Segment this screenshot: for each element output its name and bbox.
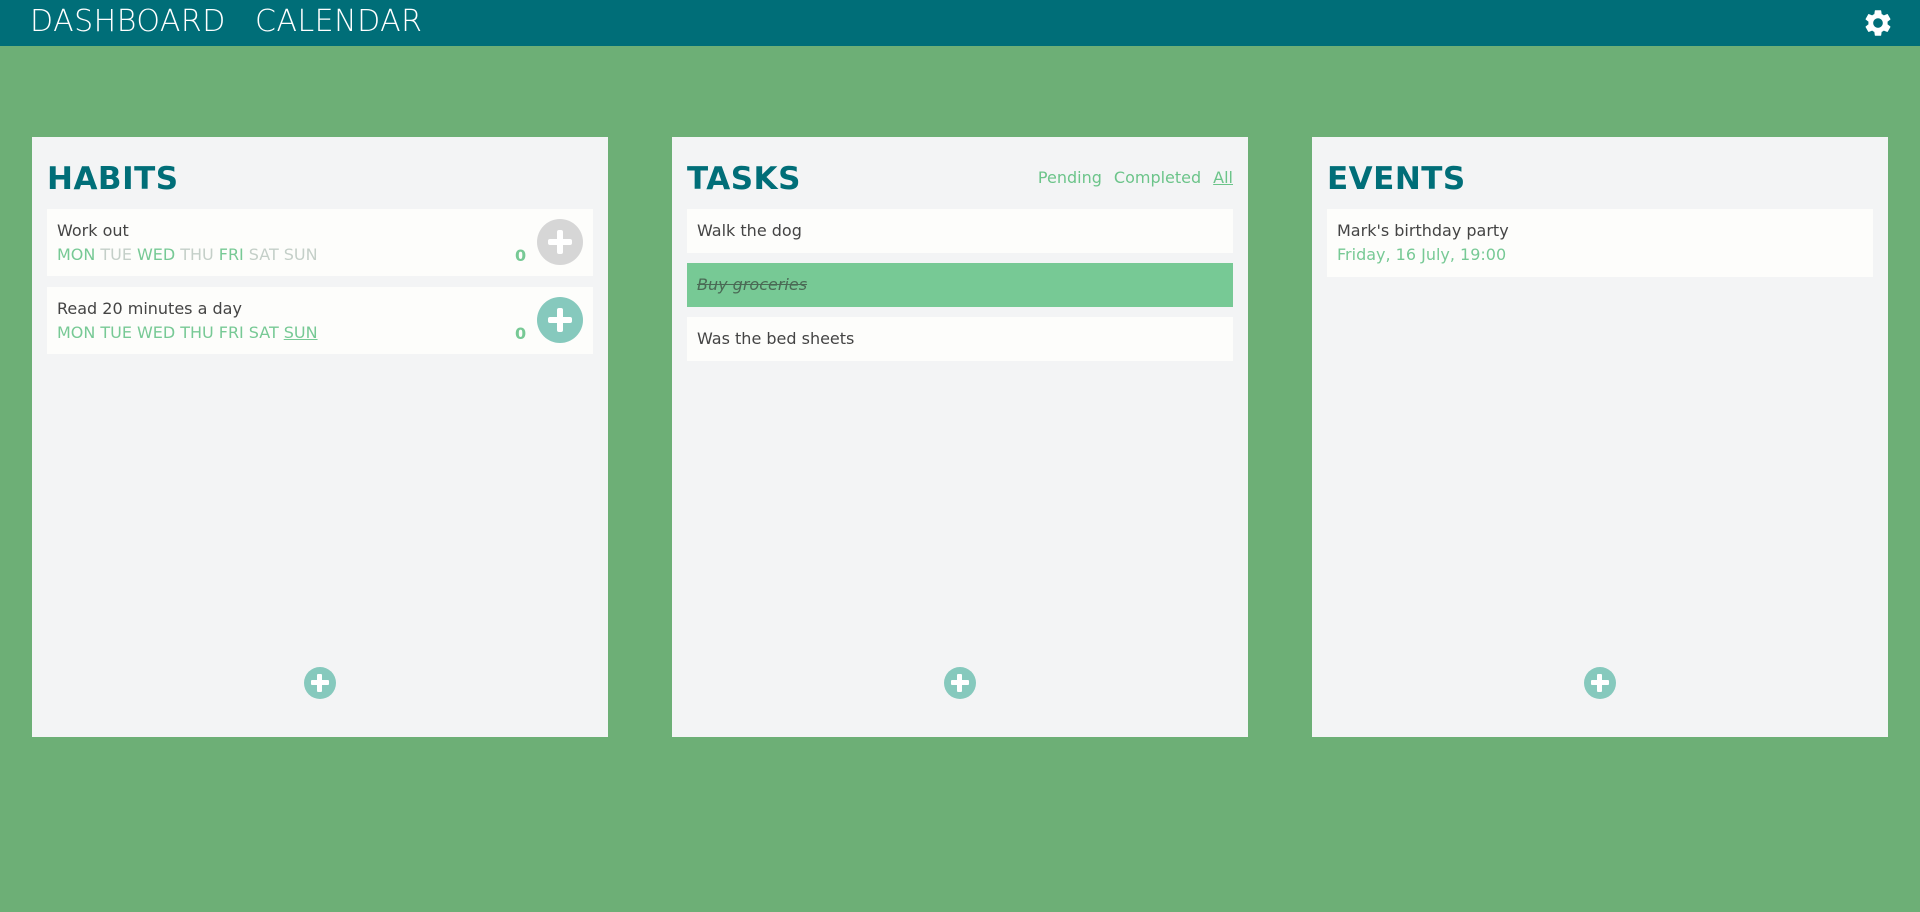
filter-completed[interactable]: Completed <box>1114 168 1201 187</box>
habit-day[interactable]: WED <box>137 245 175 264</box>
add-event-button[interactable] <box>1584 667 1616 699</box>
task-text: Walk the dog <box>697 221 802 240</box>
gear-icon[interactable] <box>1862 7 1894 39</box>
habit-day[interactable]: WED <box>137 323 175 342</box>
tasks-title: TASKS <box>687 161 801 197</box>
filter-pending[interactable]: Pending <box>1038 168 1102 187</box>
habit-day[interactable]: FRI <box>219 323 244 342</box>
habit-streak-count: 0 <box>515 246 527 265</box>
top-nav-bar: DASHBOARD CALENDAR <box>0 0 1920 46</box>
habit-streak-count: 0 <box>515 324 527 343</box>
habit-day[interactable]: THU <box>180 245 214 264</box>
task-item[interactable]: Walk the dog <box>687 209 1233 253</box>
filter-all[interactable]: All <box>1213 168 1233 187</box>
habit-day[interactable]: MON <box>57 245 95 264</box>
habit-name: Work out <box>57 221 129 240</box>
add-habit-button[interactable] <box>304 667 336 699</box>
habit-day[interactable]: TUE <box>100 323 132 342</box>
task-text: Was the bed sheets <box>697 329 855 348</box>
task-filters: Pending Completed All <box>1038 168 1233 187</box>
task-item-completed[interactable]: Buy groceries <box>687 263 1233 307</box>
task-item[interactable]: Was the bed sheets <box>687 317 1233 361</box>
habit-complete-button[interactable] <box>537 219 583 265</box>
nav-calendar-link[interactable]: CALENDAR <box>255 4 423 39</box>
habit-day-today[interactable]: SUN <box>284 323 318 342</box>
habit-day[interactable]: FRI <box>219 245 244 264</box>
habit-day[interactable]: TUE <box>100 245 132 264</box>
habit-days: MON TUE WED THU FRI SAT SUN <box>57 245 318 264</box>
event-title: Mark's birthday party <box>1337 221 1509 240</box>
habit-card[interactable]: Read 20 minutes a day MON TUE WED THU FR… <box>47 287 593 354</box>
habits-title: HABITS <box>47 161 179 197</box>
habit-name: Read 20 minutes a day <box>57 299 242 318</box>
habit-day[interactable]: THU <box>180 323 214 342</box>
habit-day[interactable]: SAT <box>249 323 279 342</box>
events-panel: EVENTS Mark's birthday party Friday, 16 … <box>1312 137 1888 737</box>
habit-day[interactable]: SAT <box>249 245 279 264</box>
habit-complete-button[interactable] <box>537 297 583 343</box>
habits-panel: HABITS Work out MON TUE WED THU FRI SAT … <box>32 137 608 737</box>
habit-card[interactable]: Work out MON TUE WED THU FRI SAT SUN 0 <box>47 209 593 276</box>
event-date: Friday, 16 July, 19:00 <box>1337 245 1507 264</box>
habit-day[interactable]: MON <box>57 323 95 342</box>
tasks-panel: TASKS Pending Completed All Walk the dog… <box>672 137 1248 737</box>
events-title: EVENTS <box>1327 161 1466 197</box>
task-text: Buy groceries <box>697 275 808 294</box>
habit-day[interactable]: SUN <box>284 245 318 264</box>
nav-dashboard-link[interactable]: DASHBOARD <box>30 4 226 39</box>
habit-days: MON TUE WED THU FRI SAT SUN <box>57 323 318 342</box>
add-task-button[interactable] <box>944 667 976 699</box>
event-item[interactable]: Mark's birthday party Friday, 16 July, 1… <box>1327 209 1873 277</box>
